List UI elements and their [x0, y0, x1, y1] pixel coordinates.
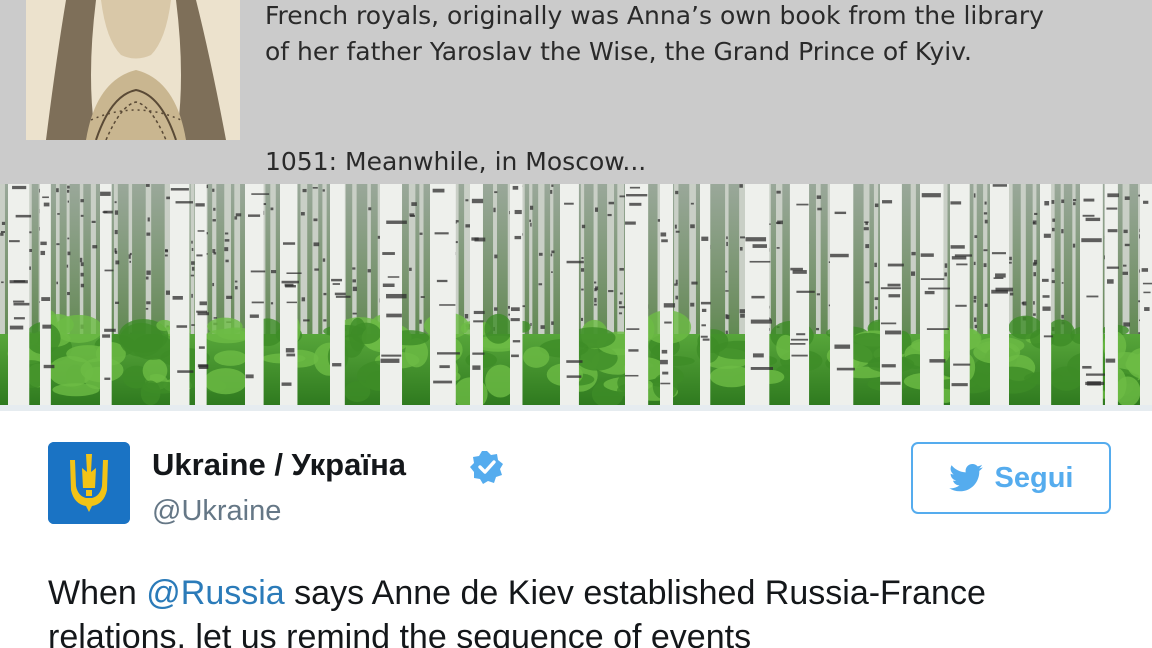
twitter-bird-icon [948, 464, 983, 492]
meme-caption: 1051: Meanwhile, in Moscow... [265, 147, 647, 176]
anna-portrait-image [26, 0, 240, 140]
handle[interactable]: @Ukraine [152, 495, 281, 528]
meme-text-line-1: French royals, originally was Anna’s own… [265, 1, 1044, 30]
birch-forest-image [0, 184, 1152, 405]
display-name[interactable]: Ukraine / Україна [152, 447, 406, 483]
mention-link[interactable]: @Russia [146, 574, 284, 612]
tweet-text-line-2: relations, let us remind the sequence of… [48, 618, 752, 648]
meme-text-line-2: of her father Yaroslav the Wise, the Gra… [265, 37, 973, 66]
meme-panel: French royals, originally was Anna’s own… [0, 0, 1152, 184]
verified-badge-icon [470, 451, 503, 484]
follow-button-label: Segui [994, 461, 1074, 494]
tweet-card: Ukraine / Україна @Ukraine Segui When @R… [0, 411, 1152, 648]
tweet-text-prefix: When [48, 574, 147, 612]
trident-icon[interactable] [48, 442, 130, 524]
follow-button[interactable]: Segui [911, 442, 1111, 514]
tweet-text: When @Russia says Anne de Kiev establish… [48, 571, 1128, 648]
tweet-text-suffix: says Anne de Kiev established Russia-Fra… [284, 574, 986, 612]
